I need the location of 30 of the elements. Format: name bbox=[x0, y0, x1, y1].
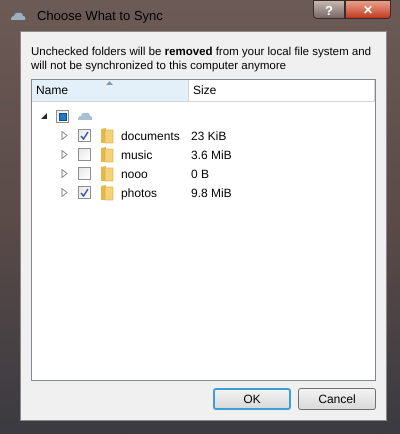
checkbox[interactable] bbox=[78, 186, 91, 199]
collapse-arrow-icon[interactable] bbox=[41, 112, 48, 121]
folder-name: photos bbox=[121, 184, 158, 202]
checkbox[interactable] bbox=[78, 129, 91, 142]
checkbox[interactable] bbox=[78, 148, 91, 161]
folder-size: 23 KiB bbox=[191, 128, 226, 144]
folder-size: 9.8 MiB bbox=[191, 184, 232, 202]
window-title: Choose What to Sync bbox=[37, 6, 163, 25]
expand-arrow-icon[interactable] bbox=[61, 169, 68, 178]
ok-button[interactable]: OK bbox=[213, 388, 291, 410]
expand-arrow-icon[interactable] bbox=[61, 188, 68, 197]
expand-arrow-icon[interactable] bbox=[61, 131, 68, 140]
folder-name: documents bbox=[121, 128, 180, 144]
checkbox[interactable] bbox=[56, 110, 69, 123]
expand-arrow-icon[interactable] bbox=[61, 150, 68, 159]
folder-icon bbox=[100, 165, 114, 182]
folder-name: nooo bbox=[121, 166, 148, 182]
folder-size: 0 B bbox=[191, 166, 210, 182]
folder-name: music bbox=[121, 146, 152, 164]
sort-arrow-icon bbox=[106, 81, 113, 85]
checkbox[interactable] bbox=[78, 167, 91, 180]
folder-icon bbox=[100, 146, 114, 163]
warning-message: Unchecked folders will be removed from your local file system and will not be synchronized to this computer anymore bbox=[31, 45, 372, 73]
folder-size: 3.6 MiB bbox=[191, 146, 232, 164]
column-header[interactable]: Name bbox=[32, 80, 189, 101]
cancel-button[interactable]: Cancel bbox=[298, 388, 376, 410]
folder-icon bbox=[100, 184, 114, 201]
cloud-icon bbox=[77, 112, 93, 121]
cloud-icon bbox=[10, 10, 26, 20]
folder-icon bbox=[100, 127, 114, 144]
